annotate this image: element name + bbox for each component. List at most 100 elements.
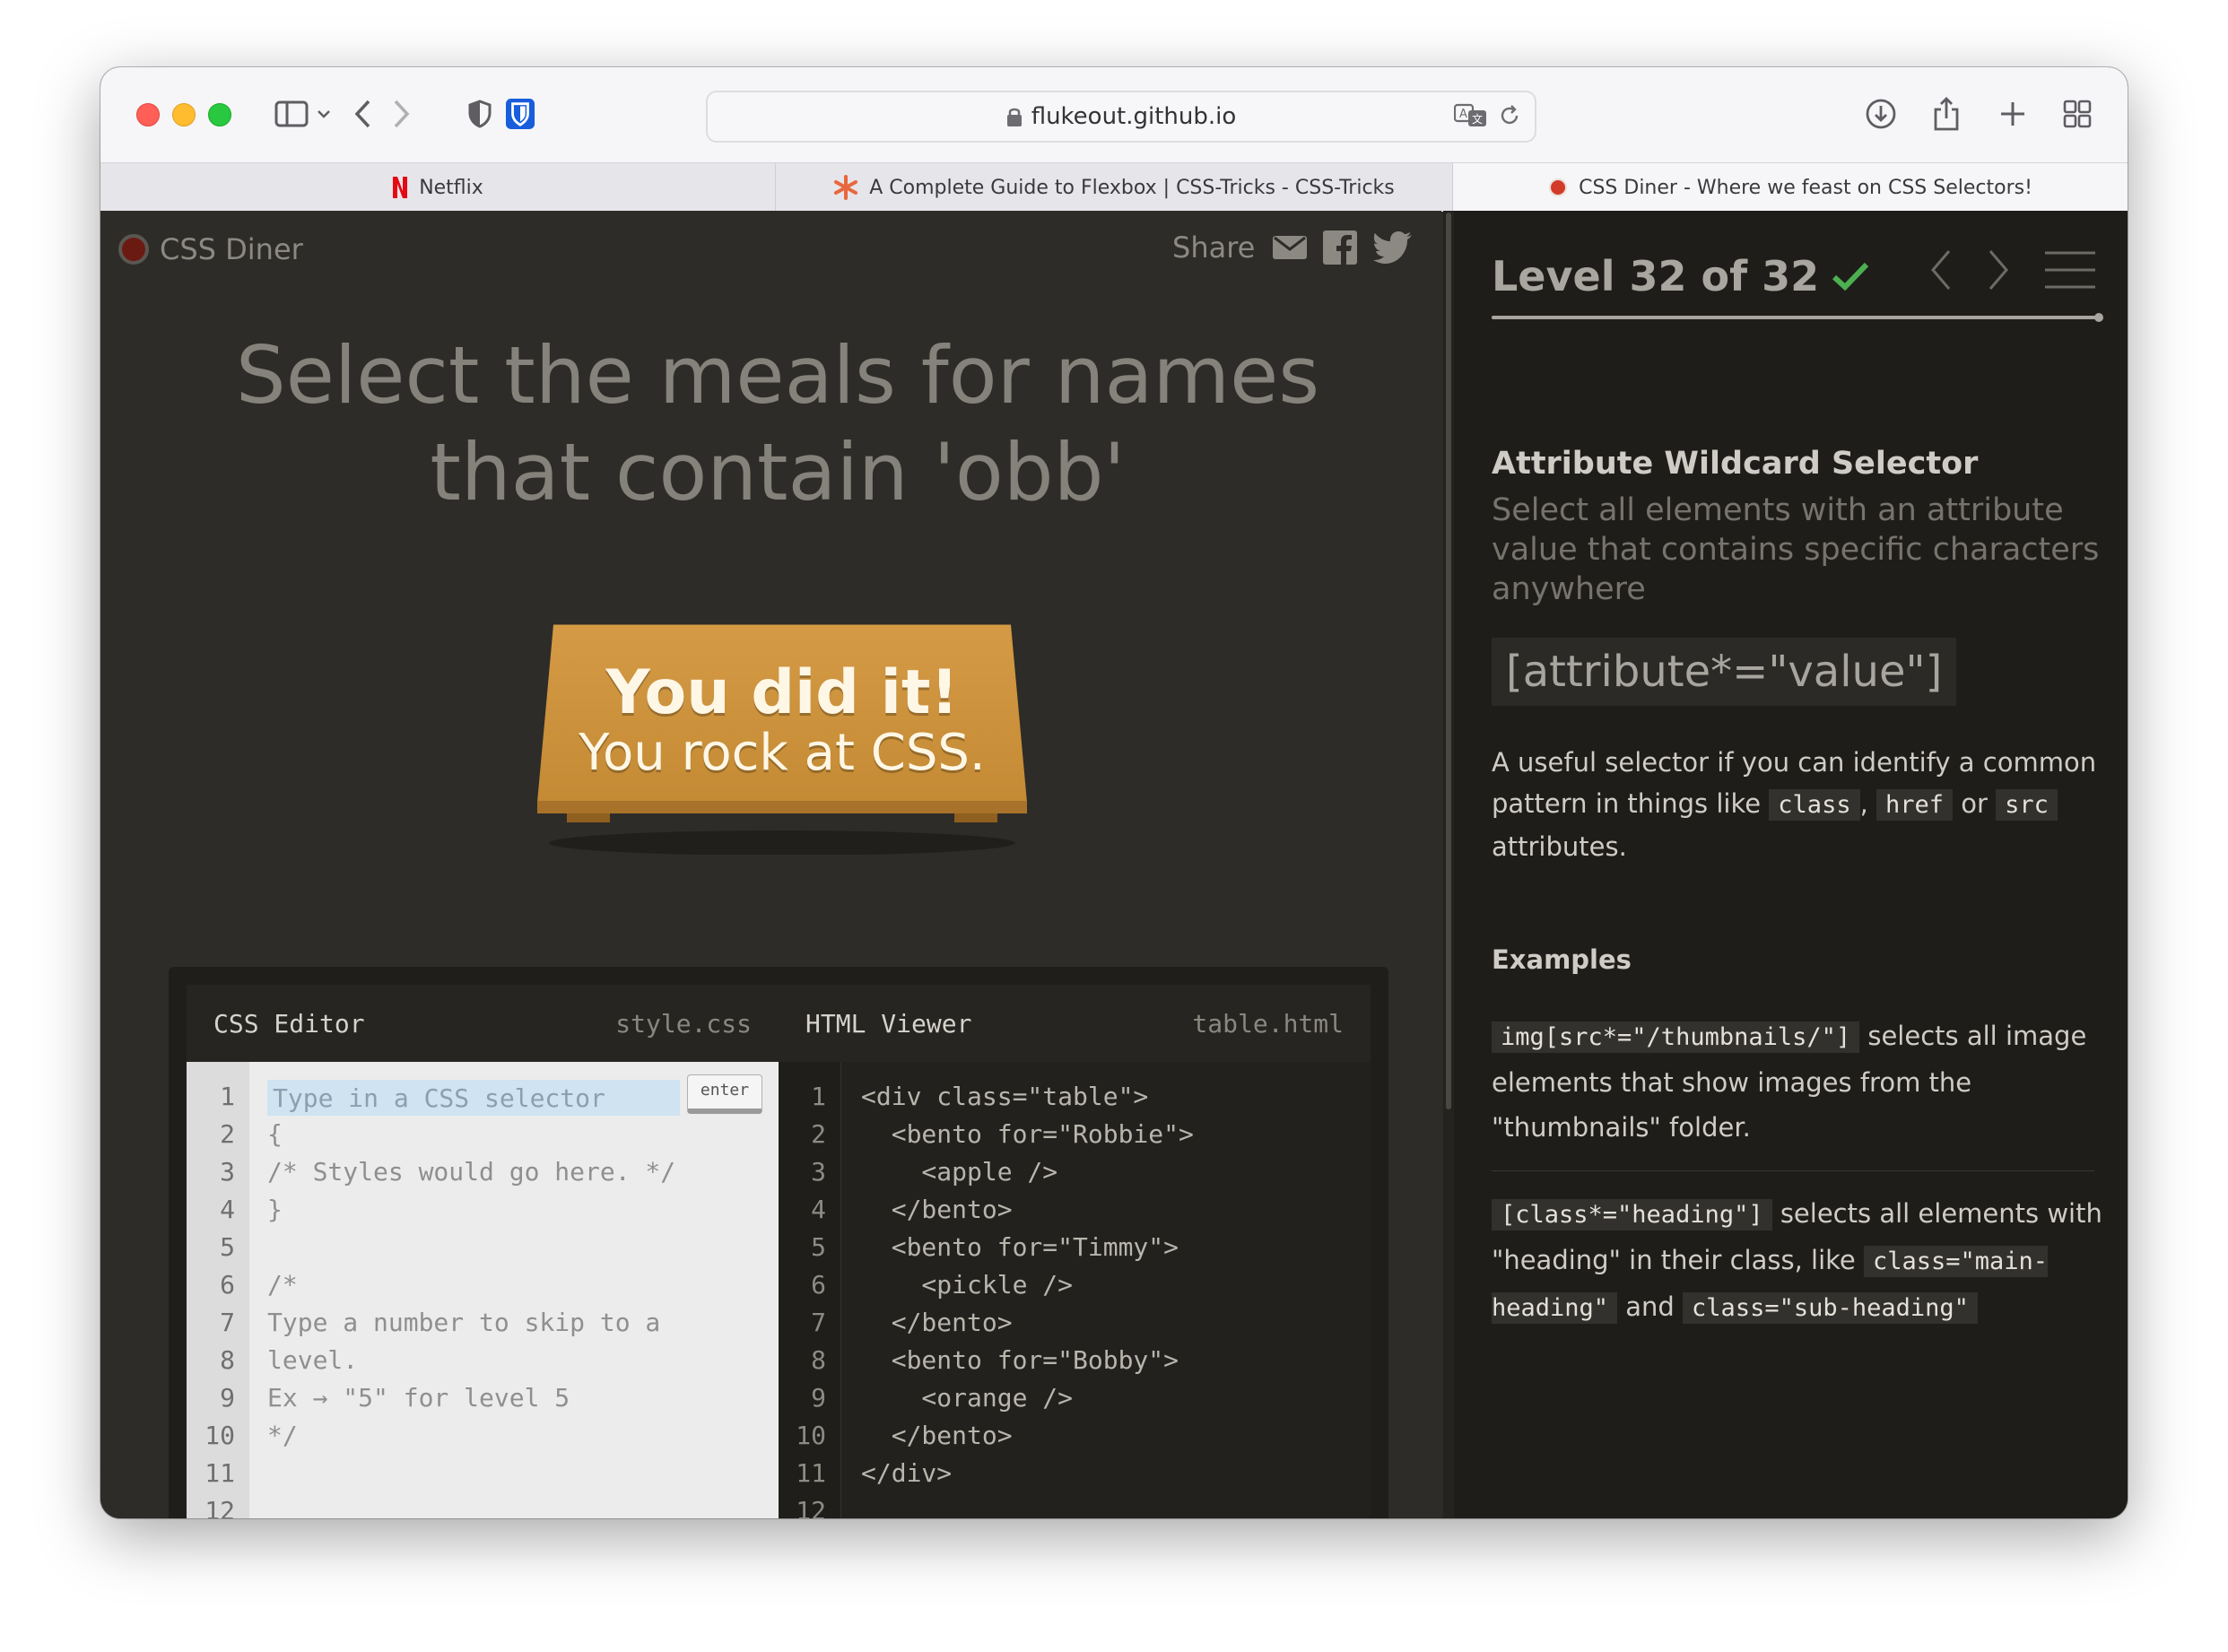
win-message-title: You did it! bbox=[605, 657, 959, 728]
share-icon[interactable] bbox=[1930, 94, 1963, 134]
tab-label: CSS Diner - Where we feast on CSS Select… bbox=[1579, 176, 2032, 199]
hint-text: , bbox=[1859, 788, 1868, 819]
selector-description: Select all elements with an attribute va… bbox=[1492, 492, 2100, 607]
line-number: 9 bbox=[220, 1383, 235, 1413]
example-code: [class*="heading"] bbox=[1492, 1199, 1772, 1230]
code-editor: CSS Editor style.css HTML Viewer table.h… bbox=[169, 967, 1388, 1518]
css-code: { /* Styles would go here. */ } /* Type … bbox=[267, 1119, 676, 1450]
share-label: Share bbox=[1172, 230, 1256, 265]
line-number: 8 bbox=[811, 1345, 826, 1375]
selector-hint: A useful selector if you can identify a … bbox=[1492, 742, 2111, 867]
line-number: 9 bbox=[811, 1383, 826, 1413]
html-viewer-header: HTML Viewer table.html bbox=[779, 985, 1371, 1062]
level-counter: Level 32 of 32 bbox=[1492, 252, 1820, 300]
minimize-window-button[interactable] bbox=[172, 103, 196, 126]
tab-css-tricks[interactable]: A Complete Guide to Flexbox | CSS-Tricks… bbox=[776, 163, 1453, 212]
level-sidebar: Level 32 of 32 Attribute Wildcard Select… bbox=[1454, 211, 2128, 1518]
translate-icon[interactable]: A文 bbox=[1453, 103, 1488, 132]
new-tab-icon[interactable] bbox=[1997, 94, 2029, 134]
example-item: img[src*="/thumbnails/"] selects all ima… bbox=[1492, 1013, 2111, 1150]
win-message-subtitle: You rock at CSS. bbox=[579, 724, 986, 782]
browser-toolbar: flukeout.github.io A文 bbox=[100, 67, 2128, 162]
tab-netflix[interactable]: Netflix bbox=[100, 163, 776, 212]
css-tricks-icon bbox=[833, 175, 858, 200]
share-bar: Share bbox=[1172, 230, 1441, 265]
zoom-window-button[interactable] bbox=[208, 103, 231, 126]
line-number: 2 bbox=[811, 1119, 826, 1149]
line-number: 1 bbox=[220, 1082, 235, 1111]
checkmark-icon bbox=[1832, 261, 1869, 291]
line-number: 1 bbox=[811, 1082, 826, 1111]
game-pane: CSS Diner Share Select the meals for nam… bbox=[100, 211, 1441, 1518]
example-code: img[src*="/thumbnails/"] bbox=[1492, 1022, 1860, 1053]
facebook-icon[interactable] bbox=[1323, 230, 1358, 265]
example-code: class="sub-heading" bbox=[1683, 1292, 1978, 1324]
level-instruction: Select the meals for names that contain … bbox=[235, 329, 1320, 518]
html-file-name: table.html bbox=[1192, 1008, 1344, 1039]
scrollbar-thumb[interactable] bbox=[1446, 213, 1451, 1109]
line-number: 7 bbox=[811, 1308, 826, 1337]
bitwarden-extension-icon[interactable] bbox=[506, 94, 535, 134]
previous-level-icon[interactable] bbox=[1930, 248, 1952, 291]
tab-label: A Complete Guide to Flexbox | CSS-Tricks… bbox=[869, 176, 1395, 199]
line-number: 11 bbox=[796, 1458, 826, 1488]
forward-icon[interactable] bbox=[387, 94, 414, 134]
downloads-icon[interactable] bbox=[1863, 94, 1899, 134]
line-number: 11 bbox=[205, 1458, 235, 1488]
email-icon[interactable] bbox=[1273, 234, 1308, 261]
address-bar[interactable]: flukeout.github.io A文 bbox=[706, 91, 1536, 143]
css-editor-pane: 1 2 3 4 5 6 7 8 9 10 11 12 { /* Styles would go her… bbox=[187, 1062, 779, 1518]
hint-code: href bbox=[1876, 789, 1954, 821]
back-icon[interactable] bbox=[350, 94, 377, 134]
line-number: 5 bbox=[811, 1232, 826, 1262]
example-text: and bbox=[1625, 1291, 1675, 1322]
selector-syntax: [attribute*="value"] bbox=[1492, 638, 1957, 706]
html-line-numbers: 1 2 3 4 5 6 7 8 9 10 11 12 bbox=[779, 1062, 841, 1518]
line-number: 3 bbox=[220, 1157, 235, 1187]
close-window-button[interactable] bbox=[136, 103, 160, 126]
progress-fill bbox=[1492, 316, 2100, 319]
line-number: 2 bbox=[220, 1119, 235, 1149]
twitter-icon[interactable] bbox=[1373, 231, 1413, 264]
examples-divider bbox=[1492, 1170, 2094, 1171]
line-number: 8 bbox=[220, 1345, 235, 1375]
sidebar-toggle-icon[interactable] bbox=[274, 94, 309, 134]
example-item: [class*="heading"] selects all elements … bbox=[1492, 1191, 2111, 1331]
css-diner-icon bbox=[1548, 178, 1568, 197]
progress-knob bbox=[2094, 313, 2103, 322]
hint-code: src bbox=[1996, 789, 2058, 821]
html-viewer-title: HTML Viewer bbox=[805, 1008, 972, 1039]
tab-bar: Netflix A Complete Guide to Flexbox | CS… bbox=[100, 162, 2128, 212]
pane-divider-scrollbar[interactable] bbox=[1443, 211, 1454, 1518]
tab-overview-icon[interactable] bbox=[2061, 94, 2093, 134]
line-number: 4 bbox=[811, 1195, 826, 1224]
selector-name: Attribute Wildcard Selector bbox=[1492, 446, 1979, 482]
level-menu-icon[interactable] bbox=[2045, 249, 2095, 291]
css-file-name: style.css bbox=[615, 1008, 752, 1039]
tab-css-diner[interactable]: CSS Diner - Where we feast on CSS Select… bbox=[1453, 163, 2128, 212]
level-progress-bar bbox=[1492, 313, 2103, 322]
tab-label: Netflix bbox=[419, 176, 483, 199]
line-number: 7 bbox=[220, 1308, 235, 1337]
enter-button[interactable]: enter bbox=[687, 1074, 762, 1114]
css-editor-header: CSS Editor style.css bbox=[187, 985, 779, 1062]
css-diner-logo[interactable]: CSS Diner bbox=[118, 232, 303, 266]
line-number: 4 bbox=[220, 1195, 235, 1224]
level-header: Level 32 of 32 bbox=[1492, 252, 1869, 300]
examples-title: Examples bbox=[1492, 944, 1632, 975]
chevron-down-icon[interactable] bbox=[314, 94, 334, 134]
line-number: 10 bbox=[205, 1421, 235, 1450]
url-text: flukeout.github.io bbox=[1031, 103, 1237, 130]
html-code: <div class="table"> <bento for="Robbie">… bbox=[861, 1082, 1194, 1488]
reload-icon[interactable] bbox=[1499, 105, 1520, 130]
privacy-shield-icon[interactable] bbox=[466, 94, 493, 134]
css-selector-input[interactable] bbox=[267, 1080, 680, 1116]
css-editor-title: CSS Editor bbox=[213, 1008, 365, 1039]
netflix-icon bbox=[392, 176, 408, 199]
svg-text:文: 文 bbox=[1472, 112, 1483, 126]
hint-code: class bbox=[1769, 789, 1860, 821]
plate-logo-icon bbox=[118, 234, 149, 265]
line-number: 12 bbox=[796, 1496, 826, 1518]
level-nav bbox=[1930, 248, 2095, 291]
next-level-icon[interactable] bbox=[1988, 248, 2009, 291]
